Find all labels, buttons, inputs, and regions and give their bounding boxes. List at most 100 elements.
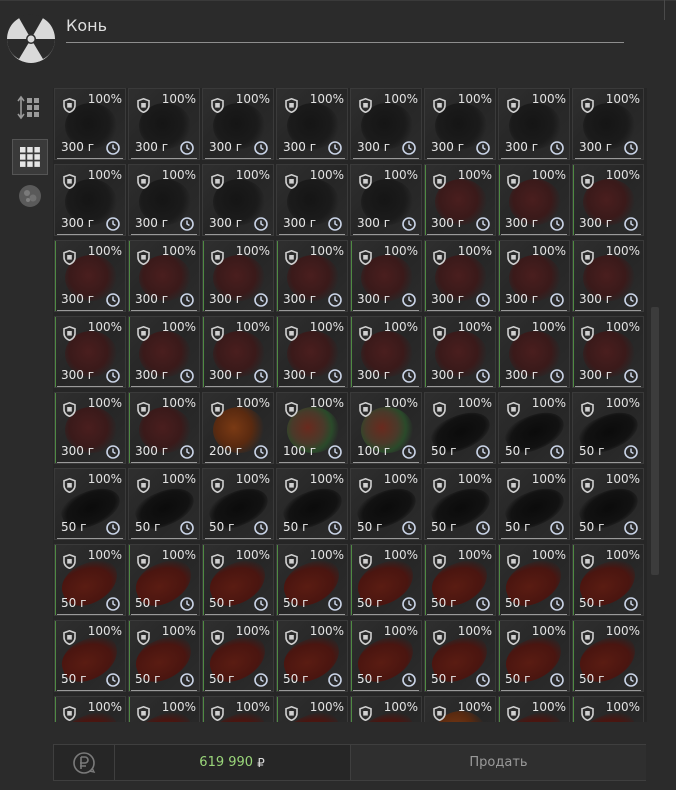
inventory-item[interactable]: 100% 300 г (54, 240, 126, 312)
sort-button[interactable] (12, 90, 48, 126)
item-condition: 100% (87, 320, 122, 334)
inventory-item[interactable]: 100% 300 г (350, 164, 422, 236)
inventory-item[interactable]: 100% 50 г (128, 468, 200, 540)
item-condition: 100% (383, 396, 418, 410)
inventory-item[interactable]: 100% (202, 696, 274, 722)
inventory-item[interactable]: 100% 300 г (54, 316, 126, 388)
item-weight: 300 г (505, 368, 539, 382)
inventory-item[interactable]: 100% 50 г (572, 392, 644, 464)
clock-icon (328, 216, 342, 231)
inventory-item[interactable]: 100% 300 г (276, 88, 348, 160)
inventory-item[interactable]: 100% 300 г (276, 240, 348, 312)
sell-button[interactable]: Продать (350, 745, 646, 780)
item-underline (501, 462, 567, 463)
inventory-item[interactable]: 100% 50 г (350, 544, 422, 616)
inventory-item[interactable]: 100% 50 г (350, 620, 422, 692)
inventory-item[interactable]: 100% (572, 696, 644, 722)
inventory-item[interactable]: 100% 50 г (54, 468, 126, 540)
inventory-item[interactable]: 100% 50 г (276, 544, 348, 616)
inventory-item[interactable]: 100% 300 г (424, 88, 496, 160)
inventory-item[interactable]: 100% (350, 696, 422, 722)
inventory-item[interactable]: 100% 50 г (498, 392, 570, 464)
clock-icon (328, 520, 342, 535)
inventory-item[interactable]: 100% 300 г (498, 88, 570, 160)
inventory-item[interactable]: 100% 50 г (276, 468, 348, 540)
inventory-item[interactable]: 100% (276, 696, 348, 722)
inventory-item[interactable]: 100% 300 г (572, 316, 644, 388)
item-underline (205, 234, 271, 235)
inventory-item[interactable]: 100% 300 г (202, 316, 274, 388)
item-weight: 50 г (579, 444, 605, 458)
inventory-item[interactable]: 100% (424, 696, 496, 722)
item-condition: 100% (383, 548, 418, 562)
inventory-item[interactable]: 100% 50 г (424, 392, 496, 464)
item-underline (57, 386, 123, 387)
inventory-item[interactable]: 100% 300 г (572, 164, 644, 236)
filter-button[interactable] (12, 178, 48, 214)
inventory-item[interactable]: 100% 300 г (350, 240, 422, 312)
inventory-item[interactable]: 100% 300 г (424, 240, 496, 312)
inventory-item[interactable]: 100% 50 г (54, 620, 126, 692)
search-input[interactable]: Конь (66, 16, 107, 35)
inventory-item[interactable]: 100% 200 г (202, 392, 274, 464)
inventory-item[interactable]: 100% 300 г (202, 240, 274, 312)
inventory-item[interactable]: 100% 50 г (128, 620, 200, 692)
currency-exchange-button[interactable] (54, 745, 115, 780)
inventory-item[interactable]: 100% 50 г (572, 544, 644, 616)
inventory-item[interactable]: 100% 300 г (202, 164, 274, 236)
total-price: 619 990 ₽ (114, 745, 350, 780)
inventory-item[interactable]: 100% 50 г (498, 620, 570, 692)
search-field[interactable]: Конь (66, 10, 624, 43)
inventory-item[interactable]: 100% 50 г (424, 544, 496, 616)
inventory-item[interactable]: 100% 50 г (572, 468, 644, 540)
shield-icon (63, 477, 76, 494)
item-underline (205, 386, 271, 387)
inventory-item[interactable]: 100% (54, 696, 126, 722)
inventory-item[interactable]: 100% 300 г (128, 88, 200, 160)
inventory-item[interactable]: 100% 300 г (276, 316, 348, 388)
inventory-item[interactable]: 100% 50 г (54, 544, 126, 616)
inventory-item[interactable]: 100% 300 г (276, 164, 348, 236)
inventory-item[interactable]: 100% 300 г (572, 88, 644, 160)
shield-icon (63, 173, 76, 190)
inventory-item[interactable]: 100% 50 г (498, 468, 570, 540)
item-underline (279, 158, 345, 159)
inventory-item[interactable]: 100% 300 г (128, 240, 200, 312)
inventory-item[interactable]: 100% 50 г (350, 468, 422, 540)
inventory-item[interactable]: 100% 300 г (498, 164, 570, 236)
inventory-item[interactable]: 100% 50 г (572, 620, 644, 692)
inventory-item[interactable]: 100% 100 г (276, 392, 348, 464)
inventory-item[interactable]: 100% 300 г (128, 316, 200, 388)
inventory-item[interactable]: 100% 300 г (498, 316, 570, 388)
inventory-item[interactable]: 100% (128, 696, 200, 722)
inventory-item[interactable]: 100% 50 г (202, 468, 274, 540)
inventory-item[interactable]: 100% 300 г (202, 88, 274, 160)
inventory-item[interactable]: 100% 300 г (54, 164, 126, 236)
inventory-item[interactable]: 100% 300 г (572, 240, 644, 312)
clock-icon (476, 140, 490, 155)
inventory-item[interactable]: 100% 50 г (276, 620, 348, 692)
inventory-item[interactable]: 100% 300 г (424, 164, 496, 236)
inventory-item[interactable]: 100% 300 г (350, 316, 422, 388)
inventory-item[interactable]: 100% 300 г (54, 392, 126, 464)
inventory-item[interactable]: 100% 300 г (128, 392, 200, 464)
clock-icon (180, 216, 194, 231)
inventory-item[interactable]: 100% 100 г (350, 392, 422, 464)
scrollbar-thumb[interactable] (651, 307, 659, 575)
inventory-item[interactable]: 100% (498, 696, 570, 722)
inventory-item[interactable]: 100% 50 г (424, 468, 496, 540)
inventory-item[interactable]: 100% 300 г (128, 164, 200, 236)
inventory-item[interactable]: 100% 50 г (202, 544, 274, 616)
inventory-item[interactable]: 100% 50 г (202, 620, 274, 692)
inventory-item[interactable]: 100% 50 г (498, 544, 570, 616)
inventory-item[interactable]: 100% 50 г (128, 544, 200, 616)
item-underline (353, 158, 419, 159)
inventory-item[interactable]: 100% 300 г (498, 240, 570, 312)
inventory-item[interactable]: 100% 300 г (424, 316, 496, 388)
inventory-item[interactable]: 100% 50 г (424, 620, 496, 692)
grid-view-button[interactable] (12, 139, 48, 175)
inventory-item[interactable]: 100% 300 г (54, 88, 126, 160)
shield-icon (507, 401, 520, 418)
inventory-item[interactable]: 100% 300 г (350, 88, 422, 160)
item-underline (501, 234, 567, 235)
